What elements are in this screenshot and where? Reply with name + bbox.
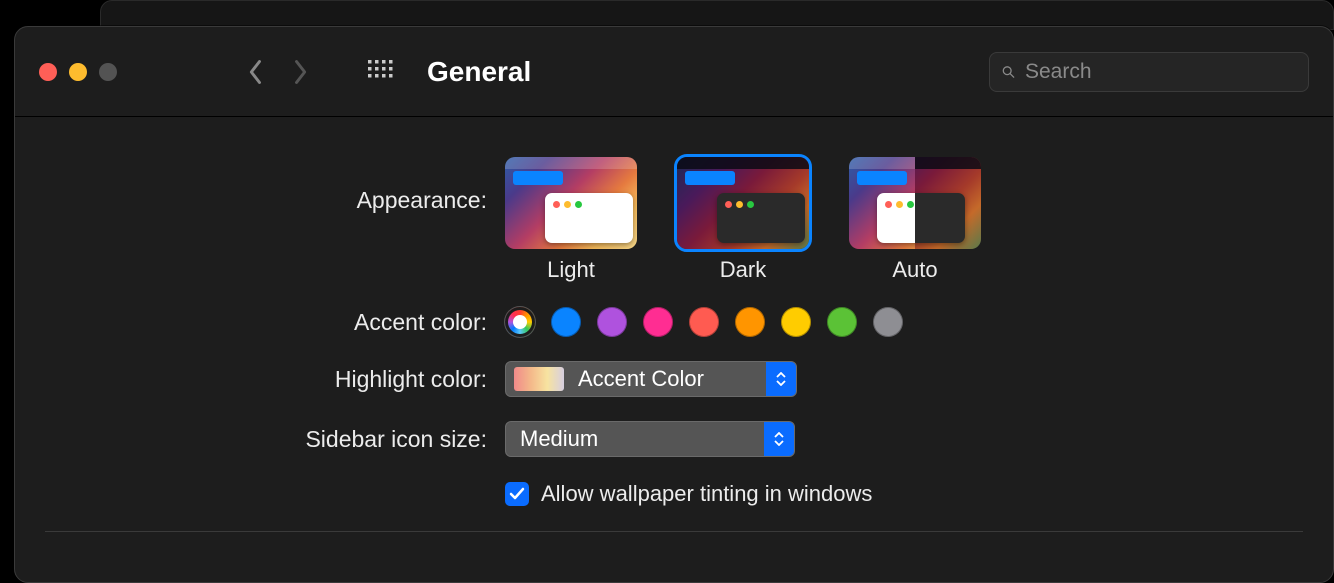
- highlight-row: Highlight color: Accent Color: [15, 361, 1333, 397]
- divider: [45, 531, 1303, 532]
- appearance-option-auto[interactable]: Auto: [849, 157, 981, 283]
- minimize-button[interactable]: [69, 63, 87, 81]
- show-all-button[interactable]: [367, 59, 395, 84]
- accent-swatch-blue[interactable]: [551, 307, 581, 337]
- toolbar: General: [15, 27, 1333, 117]
- search-icon: [1002, 62, 1015, 82]
- highlight-value: Accent Color: [572, 366, 766, 392]
- search-input[interactable]: [1025, 60, 1296, 84]
- highlight-select[interactable]: Accent Color: [505, 361, 797, 397]
- appearance-option-light[interactable]: Light: [505, 157, 637, 283]
- traffic-lights: [39, 63, 117, 81]
- accent-swatch-graphite[interactable]: [873, 307, 903, 337]
- appearance-thumb-auto: [849, 157, 981, 249]
- accent-swatch-multicolor[interactable]: [505, 307, 535, 337]
- accent-label: Accent color:: [15, 309, 505, 336]
- appearance-label: Appearance:: [15, 157, 505, 214]
- checkmark-icon: [509, 487, 525, 501]
- appearance-options: Light Dark: [505, 157, 981, 283]
- chevron-up-down-icon: [764, 422, 794, 456]
- sidebar-size-row: Sidebar icon size: Medium: [15, 421, 1333, 457]
- highlight-label: Highlight color:: [15, 366, 505, 393]
- search-field[interactable]: [989, 52, 1309, 92]
- preferences-window: General Appearance: Li: [14, 26, 1334, 583]
- sidebar-size-label: Sidebar icon size:: [15, 426, 505, 453]
- wallpaper-tint-row: Allow wallpaper tinting in windows: [15, 481, 1333, 507]
- close-button[interactable]: [39, 63, 57, 81]
- accent-swatches: [505, 307, 903, 337]
- accent-swatch-yellow[interactable]: [781, 307, 811, 337]
- window-title: General: [427, 56, 531, 88]
- appearance-caption-light: Light: [547, 257, 595, 283]
- accent-swatch-green[interactable]: [827, 307, 857, 337]
- appearance-thumb-light: [505, 157, 637, 249]
- appearance-option-dark[interactable]: Dark: [677, 157, 809, 283]
- sidebar-size-select[interactable]: Medium: [505, 421, 795, 457]
- zoom-button: [99, 63, 117, 81]
- appearance-thumb-dark: [677, 157, 809, 249]
- forward-button: [285, 52, 315, 92]
- wallpaper-tint-label: Allow wallpaper tinting in windows: [541, 481, 872, 507]
- accent-swatch-pink[interactable]: [643, 307, 673, 337]
- highlight-swatch-icon: [514, 367, 564, 391]
- back-button[interactable]: [241, 52, 271, 92]
- sidebar-size-value: Medium: [506, 426, 764, 452]
- accent-row: Accent color:: [15, 307, 1333, 337]
- appearance-caption-dark: Dark: [720, 257, 766, 283]
- appearance-row: Appearance: Light: [15, 157, 1333, 283]
- accent-swatch-orange[interactable]: [735, 307, 765, 337]
- content: Appearance: Light: [15, 117, 1333, 552]
- accent-swatch-red[interactable]: [689, 307, 719, 337]
- appearance-caption-auto: Auto: [892, 257, 937, 283]
- accent-swatch-purple[interactable]: [597, 307, 627, 337]
- chevron-up-down-icon: [766, 362, 796, 396]
- wallpaper-tint-checkbox[interactable]: [505, 482, 529, 506]
